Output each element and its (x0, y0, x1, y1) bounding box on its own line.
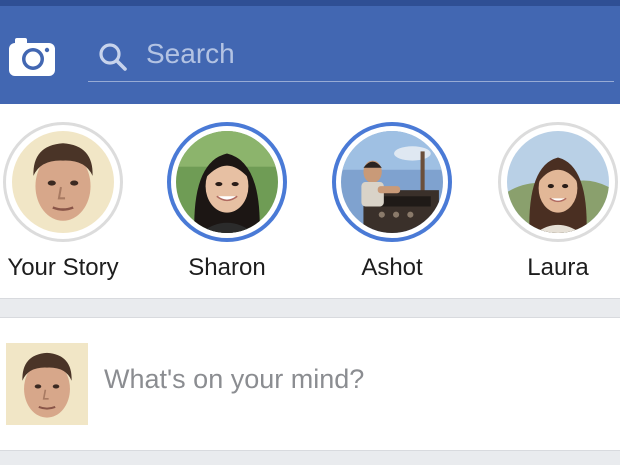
story-sharon[interactable]: Sharon (162, 122, 292, 298)
search-icon (98, 42, 128, 72)
stories-tray: Your Story Sharon Ashot Laura (0, 104, 620, 298)
story-your-story[interactable]: Your Story (0, 122, 128, 298)
top-bar (0, 6, 620, 104)
story-name: Sharon (188, 254, 266, 281)
story-ashot[interactable]: Ashot (327, 122, 457, 298)
camera-icon[interactable] (8, 36, 58, 78)
story-ring (167, 122, 287, 242)
story-name: Ashot (361, 254, 423, 281)
section-divider (0, 450, 620, 465)
avatar (176, 131, 278, 233)
story-laura[interactable]: Laura (493, 122, 620, 298)
status-input[interactable]: What's on your mind? (104, 364, 364, 395)
avatar (341, 131, 443, 233)
avatar (12, 131, 114, 233)
story-name: Laura (527, 254, 589, 281)
search-bar[interactable] (88, 30, 614, 82)
avatar (507, 131, 609, 233)
search-input[interactable] (146, 34, 586, 74)
story-ring (498, 122, 618, 242)
avatar[interactable] (6, 343, 88, 425)
story-ring (3, 122, 123, 242)
section-divider (0, 298, 620, 318)
story-ring (332, 122, 452, 242)
story-name: Your Story (7, 254, 119, 281)
post-composer[interactable]: What's on your mind? (0, 318, 620, 450)
